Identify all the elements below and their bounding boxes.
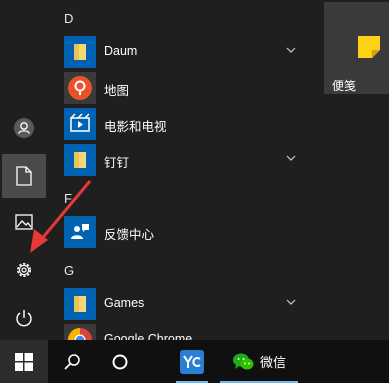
folder-icon [64,36,96,68]
start-menu-left-rail [0,0,48,340]
app-label: Google Chrome [104,332,193,340]
app-label: 反馈中心 [104,228,155,242]
app-item-daum[interactable]: Daum [48,34,310,70]
user-account-button[interactable] [0,106,48,150]
settings-button[interactable] [0,248,48,292]
app-label: 地图 [104,84,130,98]
start-button[interactable] [0,340,48,383]
taskbar-app-label: 微信 [259,355,286,370]
document-icon [16,166,32,186]
taskbar-app-yc[interactable] [172,340,212,383]
folder-icon [64,144,96,176]
pictures-icon [15,214,33,230]
app-label: Games [104,296,145,310]
user-icon [14,118,34,138]
search-icon [64,353,80,370]
yc-app-icon [180,349,204,374]
movies-tv-icon [64,108,96,140]
app-item-google-chrome[interactable]: Google Chrome [48,322,310,340]
app-label: 钉钉 [104,156,130,170]
settings-icon [17,263,31,277]
power-button[interactable] [0,296,48,340]
pictures-button[interactable] [0,200,48,244]
app-item-movies-tv[interactable]: 电影和电视 [48,106,310,142]
search-button[interactable] [52,340,92,383]
chevron-down-icon[interactable] [286,46,296,54]
section-header-d[interactable]: D [64,11,73,26]
taskbar: 微信 [0,340,389,383]
app-item-maps[interactable]: 地图 [48,70,310,106]
chevron-down-icon[interactable] [286,298,296,306]
power-icon [16,310,32,327]
taskbar-app-wechat[interactable]: 微信 [220,340,298,383]
cortana-button[interactable] [100,340,140,383]
wechat-icon [232,353,254,369]
app-label: Daum [104,44,138,58]
cortana-icon [112,354,128,369]
chrome-icon [64,324,96,340]
app-item-games[interactable]: Games [48,286,310,322]
feedback-hub-icon [64,216,96,248]
tile-label: 便笺 [332,79,357,93]
app-item-feedback-hub[interactable]: 反馈中心 [48,214,310,250]
windows-logo-icon [15,352,33,371]
section-header-g[interactable]: G [64,263,74,278]
pinned-tiles-area: 便笺 [310,0,389,340]
folder-icon [64,288,96,320]
sticky-notes-icon [358,36,380,58]
app-list: D Daum 地图 电影和电视 钉钉 F 反馈中心 G Games Google… [48,0,310,340]
documents-button[interactable] [2,154,46,198]
app-item-dingding[interactable]: 钉钉 [48,142,310,178]
maps-icon [64,72,96,104]
sticky-notes-tile[interactable]: 便笺 [324,2,389,94]
section-header-f[interactable]: F [64,191,72,206]
app-label: 电影和电视 [104,120,167,134]
chevron-down-icon[interactable] [286,154,296,162]
